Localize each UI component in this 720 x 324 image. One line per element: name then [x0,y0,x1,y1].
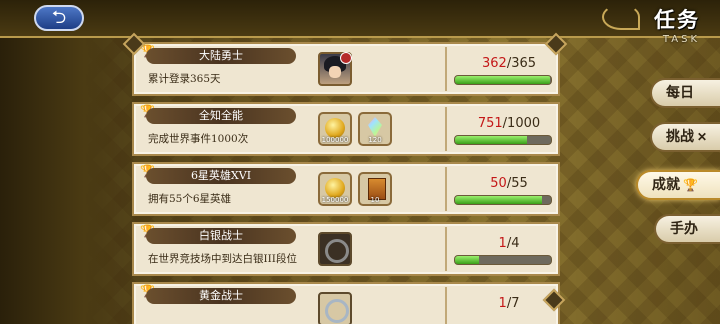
progress-text: 50/55 [464,176,554,191]
back-arrow-icon: ⮌ [51,7,67,28]
trophy-icon: 🏆 [683,178,698,192]
progress-current: 751 [477,116,503,131]
left-decor-band [0,0,120,324]
rainbow-gem-icon[interactable]: 120 [358,112,392,146]
divider [445,47,447,91]
crossed-swords-icon: ✕ [697,130,708,144]
portrait-icon[interactable] [318,52,352,86]
back-button[interactable]: ⮌ [34,5,84,31]
book-icon[interactable]: 10 [358,172,392,206]
achievement-title: 黄金战士 [146,288,296,304]
tab-figures-label: 手办 [670,221,698,237]
divider [445,167,447,211]
progress-total: /4 [506,236,520,251]
reward-qty: 10 [370,196,380,204]
achievement-card: 🏆 大陆勇士 累计登录365天 362/365 [132,42,560,96]
achievement-desc: 完成世界事件1000次 [148,133,249,145]
progress-total: /55 [506,176,528,191]
achievement-title: 全知全能 [146,108,296,124]
progress-current: 1 [498,296,507,311]
reward-qty: 150000 [321,196,349,204]
achievement-card: 🏆 白银战士 在世界竞技场中到达白银III段位 1/4 [132,222,560,276]
achievement-desc: 累计登录365天 [148,73,221,85]
reward-qty: 100000 [321,136,349,144]
tab-challenge-label: 挑战 [666,129,694,145]
achievement-desc: 拥有55个6星英雄 [148,193,232,205]
achievement-desc: 在世界竞技场中到达白银III段位 [148,253,297,265]
tab-figures[interactable]: 手办 [654,214,720,244]
tab-achievements[interactable]: 成就 🏆 [636,170,720,200]
progress-total: /365 [506,56,537,71]
progress-fill [455,76,551,84]
tab-achievements-label: 成就 [652,177,680,193]
progress-total: /7 [506,296,520,311]
tab-daily[interactable]: 每日 [650,78,720,108]
reward-qty: 120 [368,136,382,144]
achievement-title: 白银战士 [146,228,296,244]
tab-challenge[interactable]: 挑战 ✕ [650,122,720,152]
progress-current: 50 [490,176,507,191]
tab-daily-label: 每日 [666,85,694,101]
achievement-card: 🏆 黄金战士 1/7 [132,282,560,324]
divider [445,227,447,271]
page-title: 任务 [654,7,700,32]
progress-fill [455,256,479,264]
divider [445,287,447,324]
achievement-card: 🏆 全知全能 完成世界事件1000次 100000 120 751/1000 [132,102,560,156]
progress-bar [454,75,552,85]
progress-current: 362 [481,56,507,71]
page-subtitle: TASK [662,34,700,45]
progress-bar [454,135,552,145]
progress-fill [455,196,543,204]
ring-icon[interactable] [318,292,352,324]
achievement-title: 6星英雄XVI [146,168,296,184]
progress-bar [454,195,552,205]
progress-text: 1/7 [464,296,554,311]
progress-bar [454,255,552,265]
progress-current: 1 [498,236,507,251]
achievement-list[interactable]: 🏆 大陆勇士 累计登录365天 362/365 🏆 全知全能 完成世界事件100… [132,40,560,324]
gold-coin-icon[interactable]: 100000 [318,112,352,146]
progress-text: 1/4 [464,236,554,251]
achievement-title: 大陆勇士 [146,48,296,64]
progress-fill [455,136,528,144]
progress-text: 751/1000 [464,116,554,131]
ring-icon[interactable] [318,232,352,266]
gold-coin-icon[interactable]: 150000 [318,172,352,206]
achievement-card: 🏆 6星英雄XVI 拥有55个6星英雄 150000 10 50/55 [132,162,560,216]
progress-total: /1000 [502,116,541,131]
divider [445,107,447,151]
progress-text: 362/365 [464,56,554,71]
page-title-block: 任务 TASK [604,2,714,48]
